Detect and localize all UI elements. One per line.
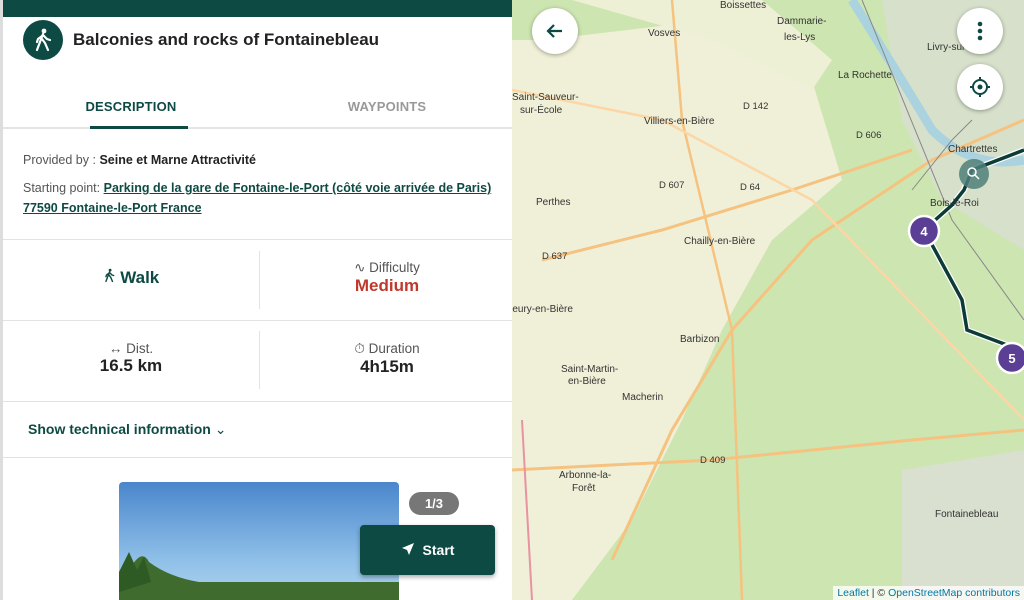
difficulty-value: Medium <box>354 276 420 295</box>
duration-label: Duration <box>368 341 420 356</box>
map-attribution: Leaflet | © OpenStreetMap contributors <box>833 586 1024 600</box>
duration-stat: ⏱ Duration 4h15m <box>259 341 512 377</box>
start-label: Start <box>422 542 455 558</box>
map-place-label: Arbonne-la- <box>559 470 611 481</box>
divider <box>3 239 512 240</box>
chevron-down-icon: ⌄ <box>214 421 227 437</box>
trek-info: Provided by : Seine et Marne Attractivit… <box>23 150 493 218</box>
map-place-label: Perthes <box>536 197 570 208</box>
distance-arrows-icon: ↔ <box>108 341 123 356</box>
map-place-label: Bois-le-Roi <box>930 198 979 209</box>
starting-point-label: Starting point: <box>23 181 101 195</box>
map-tiles[interactable]: Boissettes Dammarie- les-Lys Vosves Livr… <box>512 0 1024 600</box>
map-place-label: Chartrettes <box>948 144 997 155</box>
map-place-label: Fleury-en-Bière <box>512 304 573 315</box>
map-place-label: Vosves <box>648 28 680 39</box>
difficulty-stat: ∿ Difficulty Medium <box>259 260 512 296</box>
osm-link[interactable]: OpenStreetMap contributors <box>888 587 1020 599</box>
map-place-label: La Rochette <box>838 70 892 81</box>
toggle-label: Show technical information <box>28 421 211 437</box>
waypoint-marker-5[interactable]: 5 <box>995 341 1024 375</box>
distance-stat: ↔ Dist. 16.5 km <box>3 341 259 376</box>
duration-value: 4h15m <box>360 357 414 376</box>
tab-bar: DESCRIPTION WAYPOINTS <box>3 86 512 129</box>
trek-detail-panel: Balconies and rocks of Fontainebleau DES… <box>0 0 512 600</box>
back-button[interactable] <box>532 8 578 54</box>
difficulty-wave-icon: ∿ <box>354 260 366 275</box>
locate-me-button[interactable] <box>957 64 1003 110</box>
map-road-label: D 409 <box>700 455 725 466</box>
trek-photo[interactable] <box>119 482 399 600</box>
map[interactable]: Boissettes Dammarie- les-Lys Vosves Livr… <box>512 0 1024 600</box>
navigation-arrow-icon <box>401 542 415 559</box>
difficulty-label: Difficulty <box>369 260 420 275</box>
gallery-counter: 1/3 <box>409 492 459 515</box>
divider <box>3 320 512 321</box>
map-road-label: D 606 <box>856 130 881 141</box>
map-place-label: Chailly-en-Bière <box>684 236 756 247</box>
trek-header: Balconies and rocks of Fontainebleau <box>23 20 379 60</box>
map-road-label: D 64 <box>740 182 760 193</box>
show-technical-info-toggle[interactable]: Show technical information ⌄ <box>28 421 226 438</box>
map-place-label: Boissettes <box>720 0 766 11</box>
map-road-label: D 142 <box>743 101 768 112</box>
divider <box>3 401 512 402</box>
tab-waypoints[interactable]: WAYPOINTS <box>259 86 512 127</box>
map-place-label: Forêt <box>572 483 596 494</box>
stopwatch-icon: ⏱ <box>354 341 365 356</box>
divider <box>3 457 512 458</box>
waypoint-number: 5 <box>1008 351 1015 366</box>
map-place-label: en-Bière <box>568 376 606 387</box>
zoom-to-route-marker[interactable] <box>959 159 989 189</box>
walker-icon <box>103 268 116 287</box>
waypoint-number: 4 <box>920 224 928 239</box>
provider-name: Seine et Marne Attractivité <box>99 153 256 167</box>
practice-stat: Walk <box>3 268 259 288</box>
map-place-label: Villiers-en-Bière <box>644 116 715 127</box>
distance-label: Dist. <box>126 341 154 356</box>
practice-value: Walk <box>120 268 160 287</box>
map-place-label: Macherin <box>622 392 663 403</box>
map-place-label: sur-École <box>520 103 563 116</box>
map-place-label: Dammarie- <box>777 16 826 27</box>
crosshair-icon <box>970 77 990 97</box>
trek-title: Balconies and rocks of Fontainebleau <box>73 30 380 49</box>
leaflet-link[interactable]: Leaflet <box>837 587 869 599</box>
more-options-button[interactable] <box>957 8 1003 54</box>
map-place-label: Saint-Sauveur- <box>512 92 579 103</box>
map-place-label: Fontainebleau <box>935 509 998 520</box>
waypoint-marker-4[interactable]: 4 <box>907 214 941 248</box>
map-place-label: les-Lys <box>784 32 815 43</box>
map-place-label: Saint-Martin- <box>561 364 618 375</box>
distance-value: 16.5 km <box>99 356 163 375</box>
tab-description[interactable]: DESCRIPTION <box>3 86 259 129</box>
arrow-left-icon <box>546 24 562 38</box>
walker-icon <box>23 20 63 60</box>
kebab-menu-icon <box>977 21 983 41</box>
map-road-label: D 607 <box>659 180 684 191</box>
start-button[interactable]: Start <box>360 525 495 575</box>
map-place-label: Barbizon <box>680 334 719 345</box>
attribution-separator: | © <box>868 587 889 599</box>
top-bar <box>3 0 512 17</box>
provided-by-label: Provided by : <box>23 153 96 167</box>
map-road-label: D 637 <box>542 251 567 262</box>
